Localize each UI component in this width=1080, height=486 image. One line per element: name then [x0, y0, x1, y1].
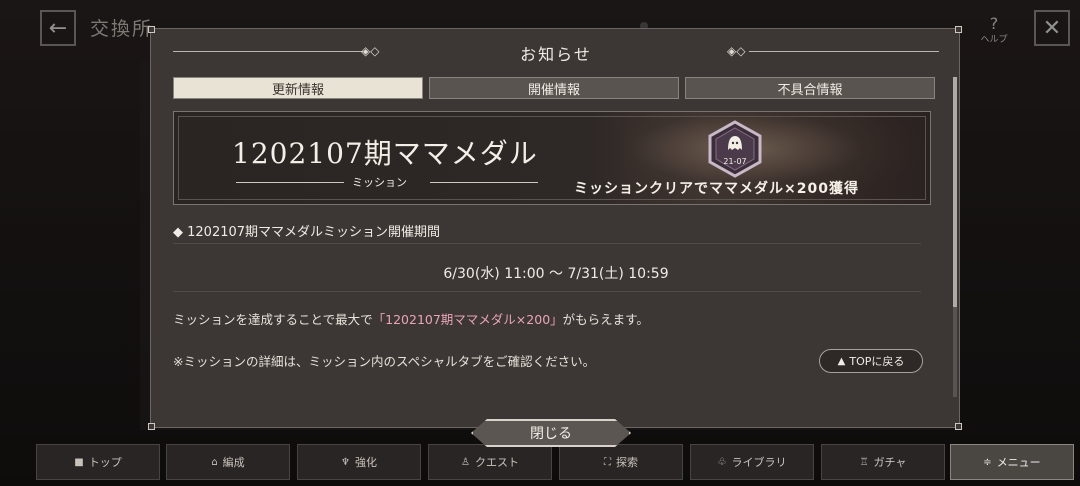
modal-title: お知らせ	[520, 45, 592, 64]
nav-gacha[interactable]: ♖ ガチャ	[821, 444, 945, 480]
nav-top[interactable]: ■ トップ	[36, 444, 160, 480]
nav-explore[interactable]: ⛶ 探索	[559, 444, 683, 480]
reward-highlight: 「1202107期ママメダル×200」	[372, 312, 563, 327]
banner-subtitle: ミッション	[352, 176, 407, 189]
nav-enhance-label: 強化	[354, 456, 377, 469]
nav-formation[interactable]: ⌂ 編成	[166, 444, 290, 480]
corner-ornament	[148, 26, 155, 33]
nav-menu[interactable]: ≑ メニュー	[950, 444, 1074, 480]
nav-quest[interactable]: ♙ クエスト	[428, 444, 552, 480]
corner-ornament	[955, 26, 962, 33]
corner-ornament	[955, 423, 962, 430]
body-text-note: ※ミッションの詳細は、ミッション内のスペシャルタブをご確認ください。	[173, 354, 596, 369]
menu-icon: ≑	[983, 456, 992, 468]
bottom-nav: ■ トップ ⌂ 編成 ♆ 強化 ♙ クエスト ⛶ 探索 ♧ ライブラリ ♖ ガチャ ≑ メニュー	[36, 444, 1080, 482]
scrollbar[interactable]	[953, 77, 957, 397]
chevron-up-icon: ▲	[837, 355, 846, 367]
tab-bar: 更新情報 開催情報 不具合情報	[173, 77, 941, 101]
quest-icon: ♙	[461, 456, 470, 468]
divider	[173, 291, 921, 292]
nav-library[interactable]: ♧ ライブラリ	[690, 444, 814, 480]
back-to-top-button[interactable]: ▲ TOPに戻る	[819, 349, 923, 373]
title-divider-right	[749, 51, 939, 52]
tab-event-info[interactable]: 開催情報	[429, 77, 679, 99]
divider	[173, 243, 921, 244]
corner-ornament	[148, 423, 155, 430]
close-button[interactable]: 閉じる	[471, 419, 631, 447]
library-icon: ♧	[717, 456, 727, 468]
banner-sub-divider-right	[430, 182, 538, 183]
tab-bug-info[interactable]: 不具合情報	[685, 77, 935, 99]
tab-update-info[interactable]: 更新情報	[173, 77, 423, 99]
nav-explore-label: 探索	[616, 456, 638, 469]
nav-enhance[interactable]: ♆ 強化	[297, 444, 421, 480]
medal-label: 21-07	[723, 157, 746, 166]
back-to-top-label: TOPに戻る	[849, 355, 905, 368]
banner-title: 1202107期ママメダル	[232, 137, 538, 170]
nav-quest-label: クエスト	[474, 456, 519, 469]
banner-caption: ミッションクリアでママメダル×200獲得	[574, 181, 859, 197]
nav-library-label: ライブラリ	[731, 456, 787, 469]
explore-icon: ⛶	[604, 456, 611, 468]
home-icon: ■	[74, 456, 84, 468]
notice-modal: ◈◇ お知らせ ◈◇ 更新情報 開催情報 不具合情報 1202107期ママメダル…	[148, 26, 962, 447]
mama-medal-icon: 21-07	[708, 120, 762, 178]
diamond-ornament-icon: ◈◇	[727, 44, 746, 58]
body-text-prefix: ミッションを達成することで最大で	[173, 312, 373, 327]
nav-top-label: トップ	[88, 456, 122, 469]
section-heading: ◆ 1202107期ママメダルミッション開催期間	[173, 225, 441, 240]
formation-icon: ⌂	[211, 456, 218, 468]
banner-sub-divider-left	[236, 182, 344, 183]
event-period: 6/30(水) 11:00 ～ 7/31(土) 10:59	[443, 266, 669, 282]
body-text-reward: ミッションを達成することで最大で「1202107期ママメダル×200」がもらえま…	[173, 309, 649, 328]
nav-formation-label: 編成	[222, 456, 245, 469]
mission-banner: 1202107期ママメダル ミッション 21-07 ミッションクリアでママメダル…	[173, 111, 931, 205]
nav-menu-label: メニュー	[996, 456, 1041, 469]
gacha-icon: ♖	[859, 456, 869, 468]
nav-gacha-label: ガチャ	[873, 456, 907, 469]
enhance-icon: ♆	[341, 456, 350, 468]
scroll-thumb[interactable]	[953, 77, 957, 307]
body-text-suffix: がもらえます。	[562, 312, 649, 327]
